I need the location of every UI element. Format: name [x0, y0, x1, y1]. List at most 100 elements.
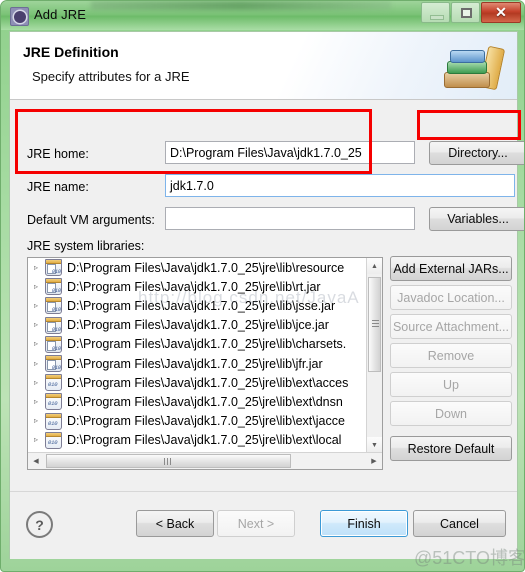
jar-doc-icon: 010	[45, 316, 62, 334]
list-item[interactable]: ▹ 010 D:\Program Files\Java\jdk1.7.0_25\jr…	[28, 373, 382, 392]
jre-home-label: JRE home:	[27, 147, 89, 161]
variables-button[interactable]: Variables...	[429, 207, 524, 231]
jar-binary-glyph: 010	[51, 269, 61, 276]
help-icon[interactable]: ?	[26, 511, 53, 538]
window-title: Add JRE	[34, 7, 87, 22]
minimize-icon	[430, 15, 444, 20]
javadoc-location-button: Javadoc Location...	[390, 285, 512, 310]
jre-name-input[interactable]: jdk1.7.0	[165, 174, 515, 197]
chevron-right-icon[interactable]: ▹	[34, 378, 45, 387]
jre-system-libraries-list[interactable]: ▹ 010 D:\Program Files\Java\jdk1.7.0_25\jr…	[27, 257, 383, 470]
dialog-body: JRE home: D:\Program Files\Java\jdk1.7.0…	[10, 100, 524, 491]
list-item[interactable]: ▹ 010 D:\Program Files\Java\jdk1.7.0_25\jr…	[28, 354, 382, 373]
jar-lid	[46, 375, 61, 380]
jar-lid	[46, 432, 61, 437]
list-item-label: D:\Program Files\Java\jdk1.7.0_25\jre\li…	[67, 375, 349, 390]
jre-system-libraries-label: JRE system libraries:	[27, 239, 145, 253]
jar-doc-icon: 010	[45, 335, 62, 353]
vm-arguments-input[interactable]	[165, 207, 415, 230]
finish-button[interactable]: Finish	[320, 510, 408, 537]
scroll-up-button[interactable]: ▲	[367, 258, 382, 274]
dialog-client-area: JRE Definition Specify attributes for a …	[9, 31, 524, 559]
list-item[interactable]: ▹ 010 D:\Program Files\Java\jdk1.7.0_25\jr…	[28, 431, 382, 450]
jar-doc-icon: 010	[45, 278, 62, 296]
books-stack-icon	[442, 45, 510, 93]
chevron-right-icon[interactable]: ▹	[34, 321, 45, 329]
scroll-thumb-grip-h	[164, 458, 172, 465]
list-item-label: D:\Program Files\Java\jdk1.7.0_25\jre\li…	[67, 394, 343, 409]
restore-default-button[interactable]: Restore Default	[390, 436, 512, 461]
list-item[interactable]: ▹ 010 D:\Program Files\Java\jdk1.7.0_25\jr…	[28, 258, 382, 277]
chevron-right-icon[interactable]: ▹	[34, 397, 45, 406]
scroll-left-button[interactable]: ◀	[28, 453, 44, 469]
cancel-button[interactable]: Cancel	[413, 510, 506, 537]
dialog-header: JRE Definition Specify attributes for a …	[10, 32, 517, 100]
book-top	[450, 50, 485, 63]
jre-home-input[interactable]: D:\Program Files\Java\jdk1.7.0_25	[165, 141, 415, 164]
scroll-thumb-grip	[372, 320, 379, 327]
list-item-label: D:\Program Files\Java\jdk1.7.0_25\jre\li…	[67, 318, 329, 333]
jar-icon: 010	[45, 412, 62, 430]
jar-lid	[46, 394, 61, 399]
close-button[interactable]: ✕	[481, 2, 521, 23]
vertical-scroll-thumb[interactable]	[368, 277, 381, 372]
minimize-button[interactable]	[421, 2, 450, 23]
list-item[interactable]: ▹ 010 D:\Program Files\Java\jdk1.7.0_25\jr…	[28, 335, 382, 354]
jar-icon: 010	[45, 393, 62, 411]
jar-binary-glyph: 010	[51, 326, 61, 333]
jar-binary-glyph: 010	[48, 438, 58, 446]
list-horizontal-scrollbar[interactable]: ◀ ▶	[28, 452, 382, 469]
title-bar-blur-overlay	[91, 1, 391, 10]
chevron-right-icon[interactable]: ▹	[34, 263, 45, 272]
title-bar[interactable]: Add JRE ✕	[1, 1, 524, 30]
chevron-right-icon[interactable]: ▹	[34, 301, 45, 310]
chevron-right-icon[interactable]: ▹	[34, 436, 45, 444]
list-vertical-scrollbar[interactable]: ▲ ▼	[366, 258, 382, 453]
list-item-label: D:\Program Files\Java\jdk1.7.0_25\jre\li…	[67, 298, 336, 313]
add-external-jars-button[interactable]: Add External JARs...	[390, 256, 512, 281]
library-rows: ▹ 010 D:\Program Files\Java\jdk1.7.0_25\jr…	[28, 258, 382, 450]
list-item-label: D:\Program Files\Java\jdk1.7.0_25\jre\li…	[67, 356, 323, 371]
jar-icon: 010	[45, 374, 62, 392]
list-item-label: D:\Program Files\Java\jdk1.7.0_25\jre\li…	[67, 337, 347, 352]
horizontal-scroll-thumb[interactable]	[46, 454, 291, 468]
maximize-button[interactable]	[451, 2, 480, 23]
jar-binary-glyph: 010	[48, 419, 58, 427]
chevron-right-icon[interactable]: ▹	[34, 417, 45, 425]
page-title: JRE Definition	[23, 44, 119, 60]
up-button: Up	[390, 372, 512, 397]
jre-gear-icon	[10, 7, 29, 26]
source-attachment-button: Source Attachment...	[390, 314, 512, 339]
next-button: Next >	[217, 510, 295, 537]
dialog-footer: ? < Back Next > Finish Cancel	[10, 491, 517, 559]
jar-doc-icon: 010	[45, 355, 62, 373]
back-button[interactable]: < Back	[136, 510, 214, 537]
jar-binary-glyph: 010	[51, 288, 61, 295]
list-item[interactable]: ▹ 010 D:\Program Files\Java\jdk1.7.0_25\jr…	[28, 277, 382, 296]
list-item[interactable]: ▹ 010 D:\Program Files\Java\jdk1.7.0_25\jr…	[28, 296, 382, 315]
jre-name-label: JRE name:	[27, 180, 89, 194]
down-button: Down	[390, 401, 512, 426]
jar-binary-glyph: 010	[51, 307, 61, 314]
list-item-label: D:\Program Files\Java\jdk1.7.0_25\jre\li…	[67, 433, 342, 448]
list-item[interactable]: ▹ 010 D:\Program Files\Java\jdk1.7.0_25\jr…	[28, 316, 382, 335]
maximize-icon	[461, 8, 472, 18]
scroll-down-button[interactable]: ▼	[367, 437, 382, 453]
directory-button[interactable]: Directory...	[429, 141, 524, 165]
jar-lid	[46, 413, 61, 418]
jar-binary-glyph: 010	[51, 345, 61, 352]
chevron-right-icon[interactable]: ▹	[34, 340, 45, 348]
chevron-right-icon[interactable]: ▹	[34, 359, 45, 368]
chevron-right-icon[interactable]: ▹	[34, 282, 45, 291]
list-item[interactable]: ▹ 010 D:\Program Files\Java\jdk1.7.0_25\jr…	[28, 392, 382, 411]
list-item-label: D:\Program Files\Java\jdk1.7.0_25\jre\li…	[67, 414, 345, 429]
scroll-right-button[interactable]: ▶	[366, 453, 382, 469]
jar-binary-glyph: 010	[48, 381, 58, 389]
vm-arguments-label: Default VM arguments:	[27, 213, 155, 227]
jar-doc-icon: 010	[45, 259, 62, 277]
close-icon: ✕	[495, 4, 507, 20]
list-item-label: D:\Program Files\Java\jdk1.7.0_25\jre\li…	[67, 260, 345, 275]
list-item[interactable]: ▹ 010 D:\Program Files\Java\jdk1.7.0_25\jr…	[28, 412, 382, 431]
jar-binary-glyph: 010	[48, 400, 58, 408]
add-jre-dialog-window: Add JRE ✕ JRE Definition Specify attribu…	[0, 0, 525, 572]
